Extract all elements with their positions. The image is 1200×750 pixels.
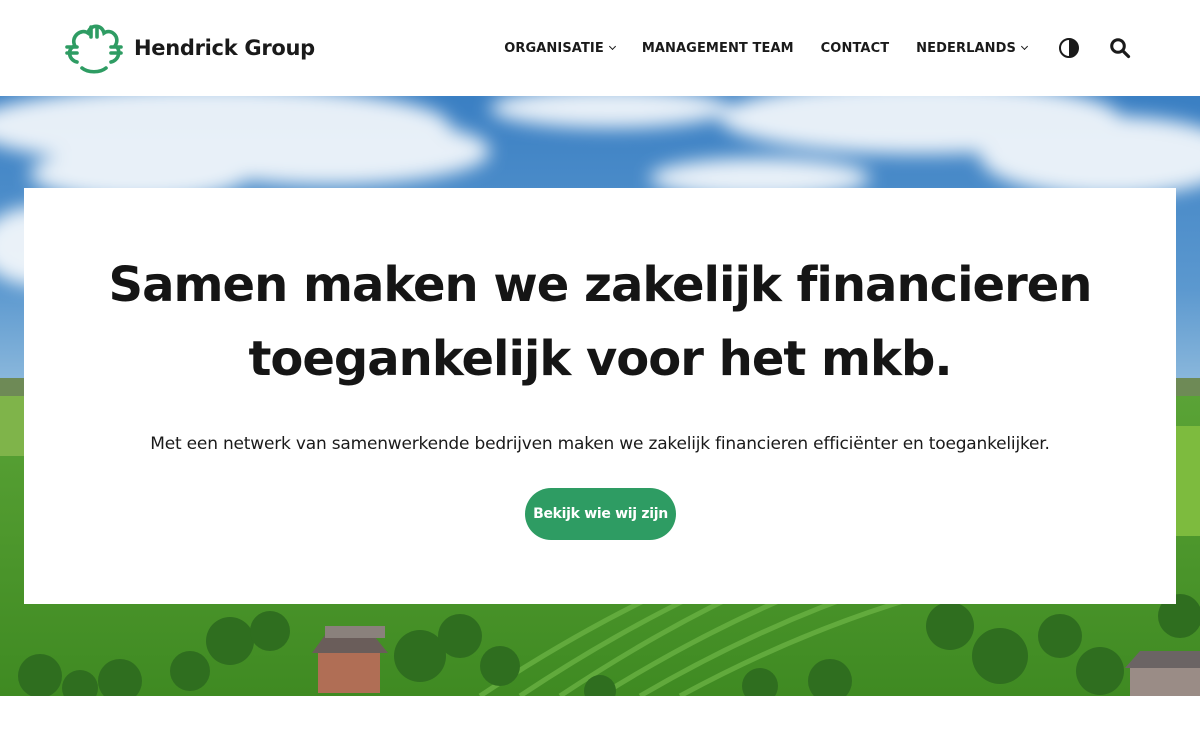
main-nav: ORGANISATIE MANAGEMENT TEAM CONTACT NEDE… (504, 30, 1132, 66)
search-button[interactable] (1108, 36, 1132, 60)
chevron-down-icon (1020, 42, 1029, 51)
site-header: Hendrick Group ORGANISATIE MANAGEMENT TE… (0, 0, 1200, 96)
hero-section: Samen maken we zakelijk financieren toeg… (0, 96, 1200, 696)
nav-item-label: CONTACT (820, 40, 890, 56)
nav-item-management-team[interactable]: MANAGEMENT TEAM (642, 41, 794, 56)
brand-name: Hendrick Group (134, 36, 315, 60)
hero-title: Samen maken we zakelijk financieren toeg… (108, 257, 1093, 387)
logo-link[interactable]: Hendrick Group (64, 20, 315, 76)
nav-item-label: MANAGEMENT TEAM (641, 40, 794, 56)
nav-item-label: ORGANISATIE (504, 40, 604, 56)
contrast-toggle-button[interactable] (1057, 36, 1081, 60)
nav-item-organisatie[interactable]: ORGANISATIE (504, 40, 616, 56)
hero-card: Samen maken we zakelijk financieren toeg… (24, 188, 1176, 604)
cta-button[interactable]: Bekijk wie wij zijn (525, 488, 676, 540)
search-icon (1110, 38, 1131, 59)
euro-cloud-logo-icon (65, 24, 123, 74)
language-label: NEDERLANDS (916, 40, 1016, 56)
nav-item-contact[interactable]: CONTACT (821, 41, 890, 56)
language-selector[interactable]: NEDERLANDS (916, 40, 1029, 56)
hero-subtitle: Met een netwerk van samenwerkende bedrij… (150, 434, 1050, 454)
chevron-down-icon (608, 42, 616, 51)
contrast-toggle-icon (1059, 38, 1079, 58)
